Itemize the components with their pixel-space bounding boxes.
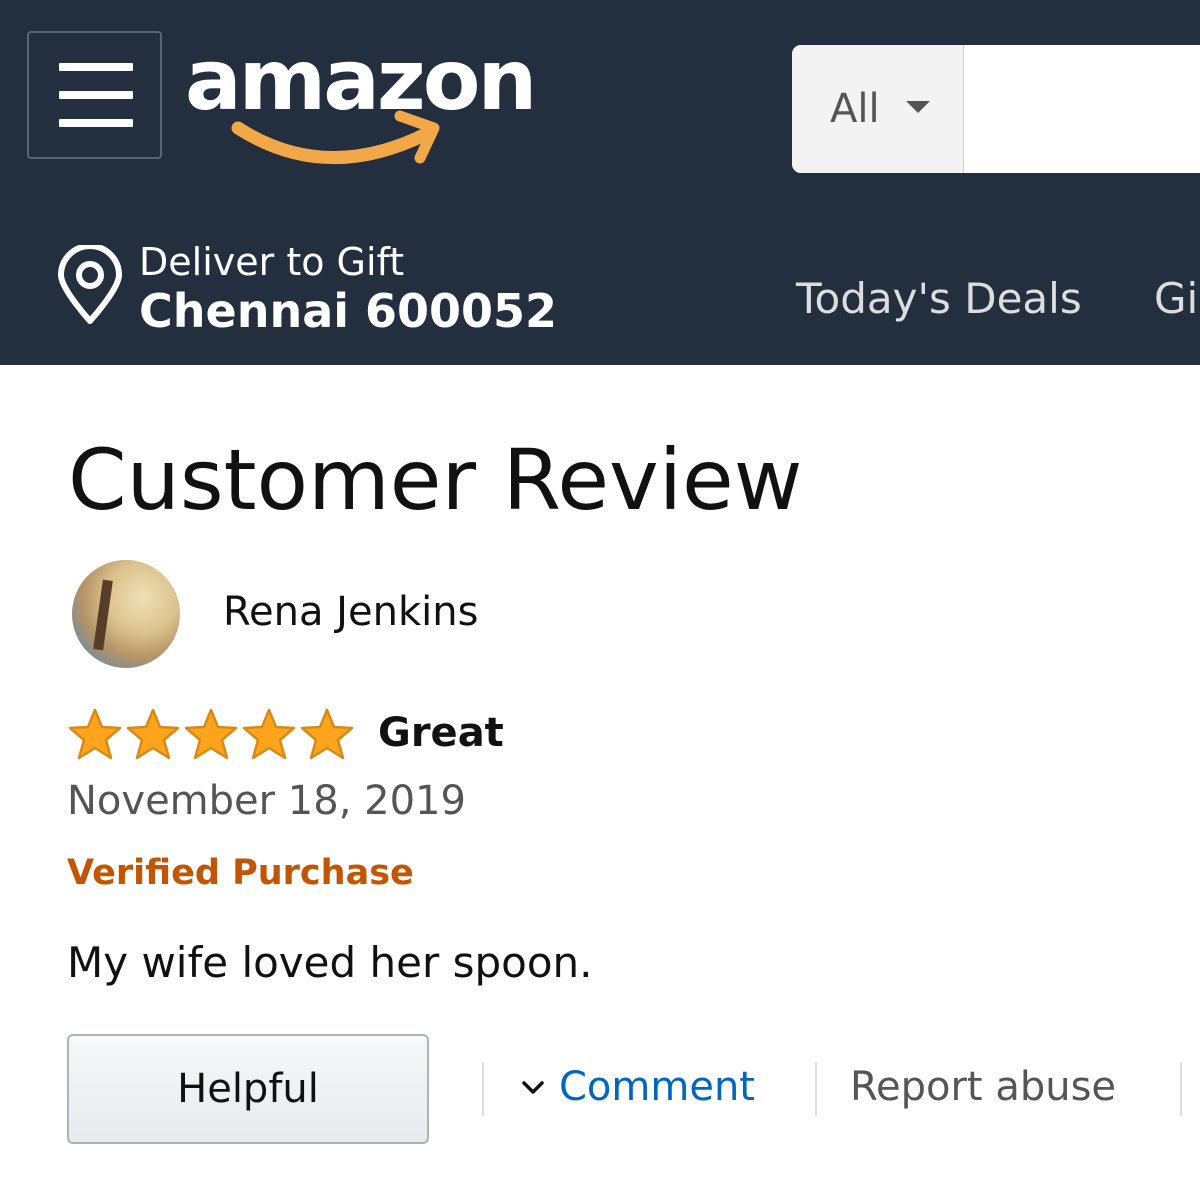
search-category-dropdown[interactable]: All [792,45,964,173]
star-icon [300,708,354,760]
nav-link-todays-deals[interactable]: Today's Deals [796,274,1082,324]
verified-purchase-badge: Verified Purchase [67,853,414,893]
review-headline[interactable]: Great [378,709,504,757]
star-icon [242,708,296,760]
comment-label: Comment [559,1064,755,1110]
search-bar: All [792,45,1200,173]
review-date: November 18, 2019 [67,778,466,824]
star-icon [184,708,238,760]
amazon-logo[interactable]: amazon [185,30,555,170]
search-category-label: All [830,86,880,132]
star-icon [68,708,122,760]
deliver-to-city: Chennai 600052 [139,284,558,338]
report-abuse-link[interactable]: Report abuse [850,1062,1116,1112]
chevron-down-icon [522,1081,544,1094]
amazon-smile-arrow-icon [231,110,440,165]
caret-down-icon [906,101,930,113]
review-body: My wife loved her spoon. [67,938,593,987]
reviewer-name[interactable]: Rena Jenkins [223,588,478,636]
page-title: Customer Review [68,431,803,529]
search-input[interactable] [966,45,1200,173]
action-divider [482,1062,484,1116]
top-navigation-bar: amazon All Deliver to Gift Chennai 60005… [0,0,1200,365]
nav-link-gift-cards[interactable]: Gi [1154,274,1198,324]
deliver-to-location[interactable]: Deliver to Gift Chennai 600052 [55,240,575,340]
helpful-button[interactable]: Helpful [67,1034,429,1144]
deliver-to-label: Deliver to Gift [139,240,405,284]
reviewer-avatar[interactable] [72,560,180,668]
action-divider [815,1062,817,1116]
star-rating [66,707,356,763]
star-icon [126,708,180,760]
hamburger-menu-button[interactable] [27,31,162,159]
location-pin-icon [58,245,122,324]
action-divider [1180,1062,1182,1116]
